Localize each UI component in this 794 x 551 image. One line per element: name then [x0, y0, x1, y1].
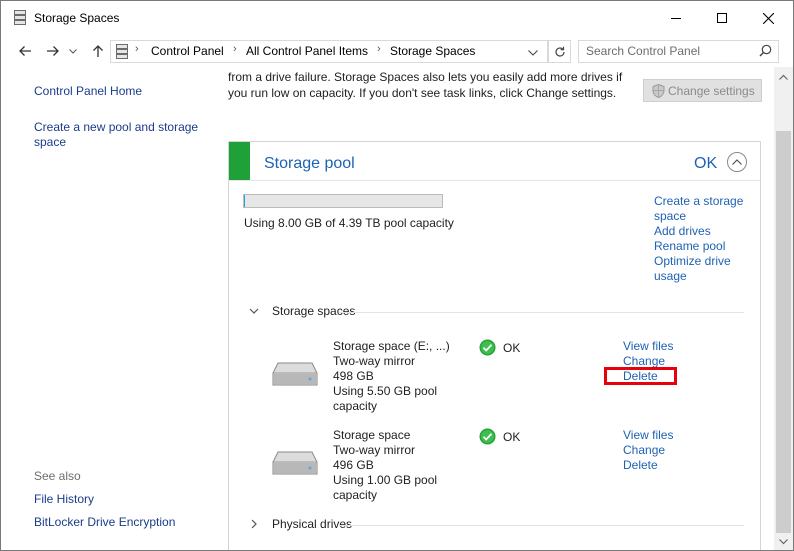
divider [339, 525, 744, 526]
ok-check-icon [479, 428, 496, 445]
space-size: 496 GB [333, 458, 374, 472]
drive-icon [272, 451, 318, 475]
space-status: OK [479, 339, 520, 356]
forward-button[interactable] [43, 41, 63, 61]
ok-check-icon [479, 339, 496, 356]
arrow-up-icon [93, 45, 103, 57]
drive-icon [272, 362, 318, 386]
optimize-drive-usage-link[interactable]: Optimize drive usage [654, 254, 744, 284]
scroll-up-icon[interactable] [779, 73, 788, 82]
pool-title: Storage pool [264, 155, 355, 172]
refresh-button[interactable] [548, 40, 571, 63]
address-bar[interactable]: › Control Panel › All Control Panel Item… [110, 40, 548, 63]
storage-spaces-window: Storage Spaces › Control Panel › All Con… [0, 0, 794, 551]
main-content: from a drive failure. Storage Spaces als… [216, 67, 773, 550]
space-usage: capacity [333, 488, 378, 502]
task-link-text: Create a storage space [654, 194, 744, 223]
intro-text: from a drive failure. Storage Spaces als… [228, 69, 638, 101]
space-name: Storage space (E:, ...) [333, 339, 450, 353]
storage-space-details: Storage space (E:, ...) Two-way mirror 4… [333, 339, 450, 414]
maximize-icon [717, 13, 727, 23]
divider [339, 312, 744, 313]
divider [229, 180, 760, 181]
chevron-right-icon: › [377, 43, 381, 55]
up-button[interactable] [88, 41, 108, 61]
file-history-link[interactable]: File History [34, 492, 94, 507]
chevron-down-icon [69, 48, 77, 54]
delete-link[interactable]: Delete [623, 458, 658, 473]
chevron-right-icon: › [233, 43, 237, 55]
space-usage: Using 5.50 GB pool [333, 384, 438, 398]
refresh-icon [554, 46, 565, 57]
breadcrumb-storage-spaces[interactable]: Storage Spaces [390, 44, 475, 58]
chevron-down-icon[interactable] [249, 306, 259, 316]
address-dropdown-button[interactable] [528, 45, 542, 57]
space-size: 498 GB [333, 369, 374, 383]
vertical-scrollbar[interactable] [774, 67, 793, 550]
chevron-right-icon[interactable] [249, 519, 259, 529]
change-settings-button[interactable]: Change settings [643, 79, 762, 102]
change-settings-label: Change settings [668, 83, 755, 98]
create-pool-link[interactable]: Create a new pool and storage space [34, 120, 209, 150]
storage-spaces-icon [116, 44, 128, 59]
breadcrumb-control-panel[interactable]: Control Panel [151, 44, 224, 58]
physical-drives-section-label: Physical drives [272, 517, 353, 531]
space-name: Storage space [333, 428, 411, 442]
back-button[interactable] [15, 41, 35, 61]
close-icon [762, 12, 774, 24]
space-status: OK [479, 428, 520, 445]
chevron-down-icon [528, 50, 538, 56]
capacity-text: Using 8.00 GB of 4.39 TB pool capacity [244, 216, 454, 230]
control-panel-home-link[interactable]: Control Panel Home [34, 84, 142, 99]
maximize-button[interactable] [699, 1, 745, 35]
create-storage-space-link[interactable]: Create a storage space [654, 194, 749, 224]
arrow-left-icon [19, 46, 31, 56]
chevron-right-icon: › [135, 43, 139, 55]
scrollbar-thumb[interactable] [776, 131, 791, 533]
space-status-text: OK [503, 340, 521, 355]
close-button[interactable] [745, 1, 791, 35]
rename-pool-link[interactable]: Rename pool [654, 239, 725, 254]
search-input[interactable]: Search Control Panel [578, 40, 779, 63]
add-drives-link[interactable]: Add drives [654, 224, 711, 239]
storage-spaces-icon [14, 10, 26, 25]
capacity-bar [243, 194, 443, 208]
space-type: Two-way mirror [333, 443, 416, 457]
view-files-link[interactable]: View files [623, 339, 673, 354]
scroll-down-icon[interactable] [779, 537, 788, 546]
bitlocker-link[interactable]: BitLocker Drive Encryption [34, 515, 175, 530]
space-usage: Using 1.00 GB pool [333, 473, 438, 487]
see-also-heading: See also [34, 469, 81, 483]
collapse-pool-button[interactable] [727, 152, 747, 172]
storage-pool-panel: Storage pool OK Using 8.00 GB of 4.39 TB… [228, 141, 761, 550]
pool-status: OK [694, 155, 718, 172]
chevron-up-icon [732, 159, 742, 165]
minimize-icon [671, 18, 681, 19]
space-usage: capacity [333, 399, 378, 413]
space-type: Two-way mirror [333, 354, 416, 368]
title-bar: Storage Spaces [1, 1, 793, 35]
intro-line: from a drive failure. Storage Spaces als… [228, 70, 623, 84]
breadcrumb-all-items[interactable]: All Control Panel Items [246, 44, 368, 58]
delete-highlight-box [604, 367, 677, 385]
minimize-button[interactable] [653, 1, 699, 35]
recent-locations-button[interactable] [67, 41, 79, 61]
storage-spaces-section-label: Storage spaces [272, 304, 356, 318]
intro-line: you run low on capacity. If you don't se… [228, 86, 617, 100]
arrow-right-icon [47, 46, 59, 56]
shield-icon [652, 83, 665, 98]
left-pane: Control Panel Home Create a new pool and… [1, 67, 216, 550]
space-status-text: OK [503, 429, 521, 444]
window-title: Storage Spaces [34, 11, 120, 25]
storage-space-details: Storage space Two-way mirror 496 GB Usin… [333, 428, 437, 503]
change-link[interactable]: Change [623, 443, 665, 458]
pool-status-stripe [229, 142, 250, 180]
search-placeholder: Search Control Panel [586, 44, 701, 58]
search-icon [759, 44, 772, 57]
view-files-link[interactable]: View files [623, 428, 673, 443]
